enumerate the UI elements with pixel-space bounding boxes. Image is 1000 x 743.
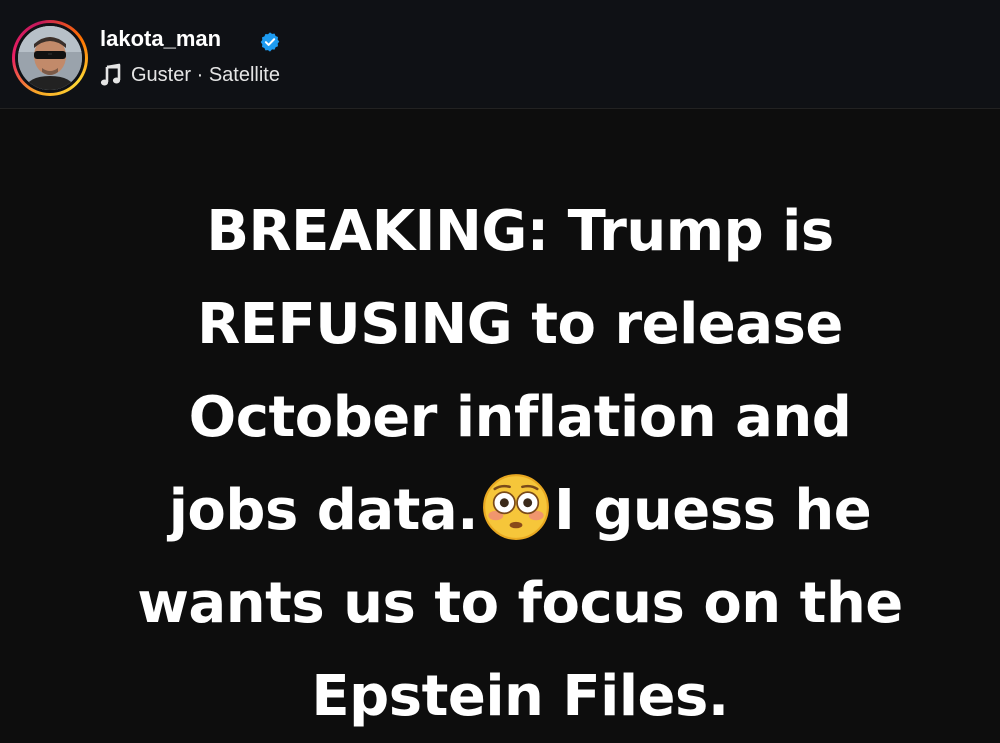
music-label: Guster · Satellite [131,64,280,86]
post-line: October inflation and [188,385,852,450]
post-header: lakota_man Guster · Satellite [0,0,1000,108]
username[interactable]: lakota_man [100,28,221,50]
avatar-photo [18,26,82,90]
post-line: jobs data. I guess he [20,464,1000,557]
verified-badge-icon [260,32,280,52]
post-text: BREAKING: Trump is REFUSING to release O… [20,185,1000,743]
story-ring[interactable] [12,20,88,96]
post-line-start: jobs data. [168,478,479,543]
post-line: BREAKING: Trump is [206,199,834,264]
flushed-face-emoji-icon [483,474,549,540]
music-track: Satellite [208,64,280,86]
post-line: REFUSING to release [197,292,843,357]
post-line: Epstein Files. [311,664,729,729]
post-line: wants us to focus on the [137,571,903,636]
post-image[interactable]: BREAKING: Trump is REFUSING to release O… [0,108,1000,743]
avatar[interactable] [18,26,82,90]
music-artist: Guster [131,64,192,86]
music-note-icon [100,63,121,86]
music-separator: · [191,64,209,86]
post-line-end: I guess he [554,478,872,543]
